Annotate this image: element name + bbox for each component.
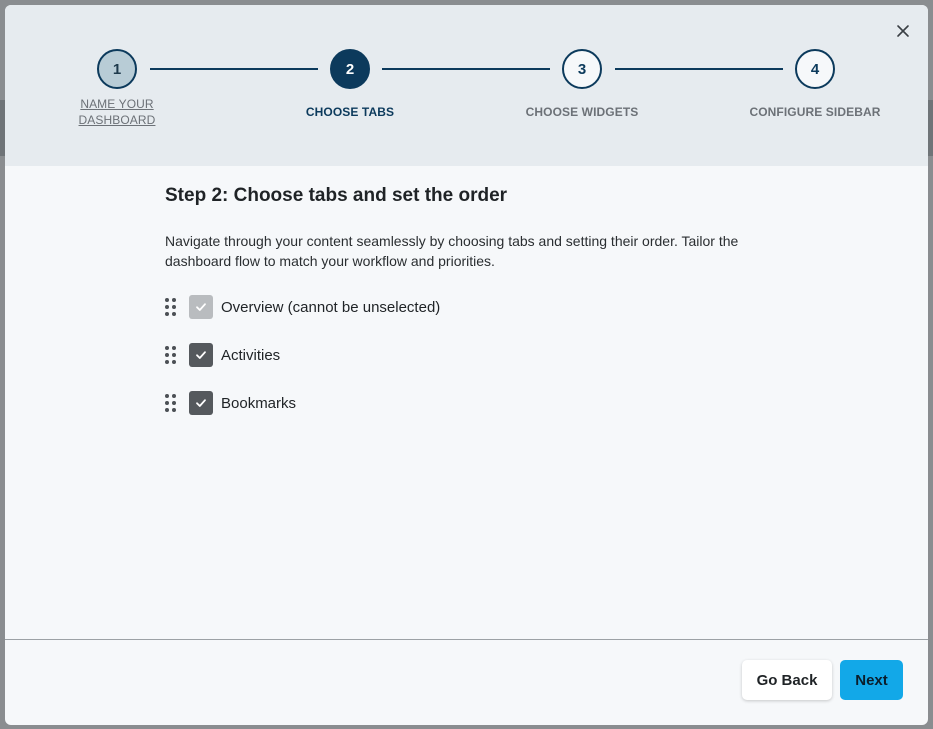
step-connector-3-4 [615, 68, 783, 70]
step-1-circle[interactable]: 1 [97, 49, 137, 89]
step-content: Step 2: Choose tabs and set the order Na… [165, 185, 785, 437]
step-connector-2-3 [382, 68, 550, 70]
bookmarks-checkbox[interactable] [189, 391, 213, 415]
step-description: Navigate through your content seamlessly… [165, 233, 739, 269]
close-icon [897, 25, 909, 37]
overview-checkbox [189, 295, 213, 319]
stepper-header: 1 NAME YOUR DASHBOARD 2 CHOOSE TABS 3 CH… [5, 5, 928, 166]
drag-handle-icon[interactable] [165, 346, 177, 364]
tab-label-bookmarks[interactable]: Bookmarks [221, 395, 296, 412]
tab-row-activities: Activities [165, 341, 785, 369]
step-4-label: CONFIGURE SIDEBAR [749, 105, 881, 119]
checkmark-icon [196, 303, 206, 311]
checkmark-icon [196, 351, 206, 359]
activities-checkbox[interactable] [189, 343, 213, 367]
drag-handle-icon[interactable] [165, 394, 177, 412]
tab-label-overview: Overview (cannot be unselected) [221, 298, 441, 316]
tab-order-list: Overview (cannot be unselected) Activiti… [165, 293, 785, 417]
step-1-label[interactable]: NAME YOUR DASHBOARD [42, 96, 192, 128]
step-2-label: CHOOSE TABS [305, 105, 395, 119]
next-button[interactable]: Next [840, 660, 903, 700]
close-button[interactable] [894, 22, 912, 40]
step-connector-1-2 [150, 68, 318, 70]
step-4-circle: 4 [795, 49, 835, 89]
tab-row-overview: Overview (cannot be unselected) [165, 293, 785, 321]
setup-dashboard-dialog: 1 NAME YOUR DASHBOARD 2 CHOOSE TABS 3 CH… [5, 5, 928, 725]
step-2-circle: 2 [330, 49, 370, 89]
footer-divider [5, 639, 928, 640]
checkmark-icon [196, 399, 206, 407]
tab-label-activities[interactable]: Activities [221, 347, 280, 364]
step-3-label: CHOOSE WIDGETS [525, 105, 639, 119]
tab-row-bookmarks: Bookmarks [165, 389, 785, 417]
drag-handle-icon[interactable] [165, 298, 177, 316]
go-back-button[interactable]: Go Back [742, 660, 832, 700]
step-3-circle: 3 [562, 49, 602, 89]
step-title: Step 2: Choose tabs and set the order [165, 185, 508, 206]
